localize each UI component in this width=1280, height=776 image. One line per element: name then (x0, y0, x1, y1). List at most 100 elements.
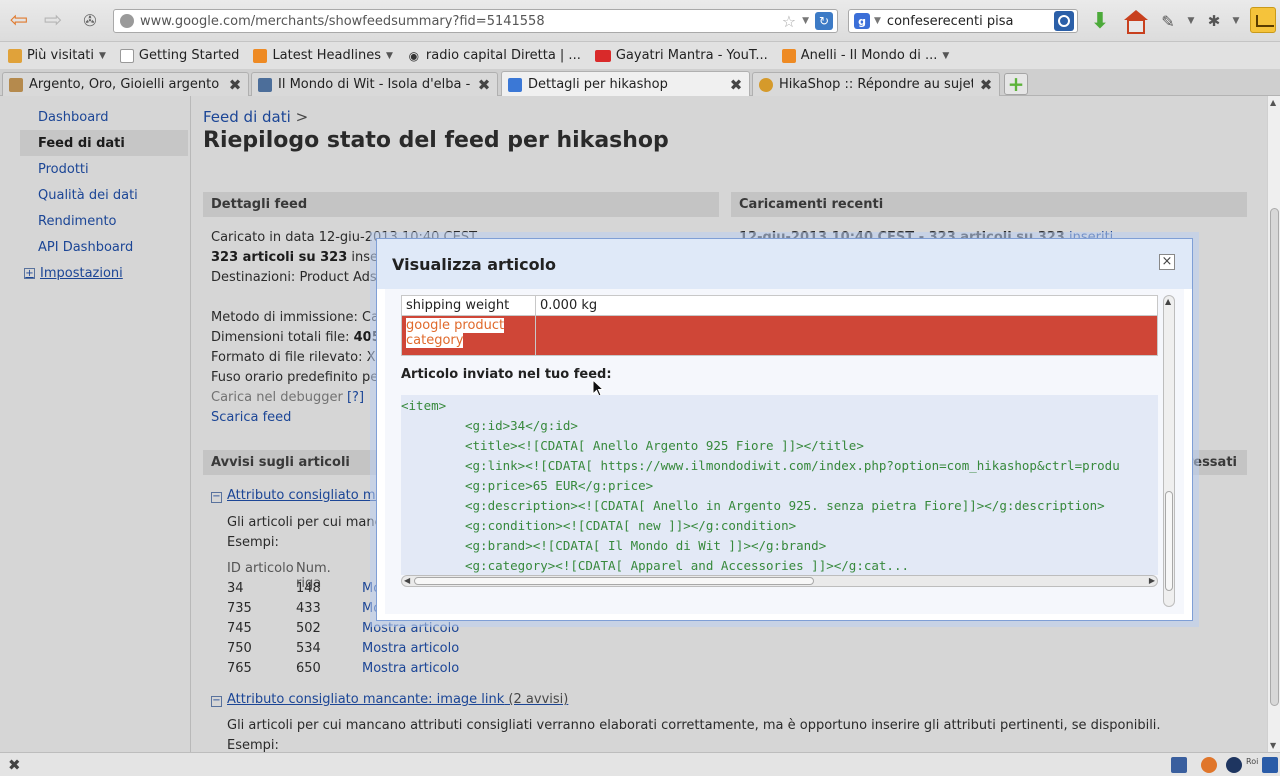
bookmark-label: Latest Headlines (272, 48, 381, 63)
bookmarks-toolbar: Più visitati ▼ Getting Started Latest He… (0, 42, 1280, 70)
rss-icon (253, 48, 268, 63)
scroll-right-icon[interactable]: ▶ (1149, 576, 1155, 585)
tools-icon[interactable]: ✇ (77, 8, 103, 34)
feed-xml-code: <item> <g:id>34</g:id> <title><![CDATA[ … (401, 395, 1158, 575)
bookmark-radio-capital[interactable]: ◉ radio capital Diretta | ... (403, 45, 585, 67)
tab-label: Il Mondo di Wit - Isola d'elba - A... (278, 77, 471, 92)
attributes-table: shipping weight 0.000 kg google product … (401, 295, 1158, 356)
addon-arrow-icon[interactable] (1262, 757, 1278, 773)
search-bar[interactable]: g ▼ confeserecenti pisa (848, 9, 1078, 33)
tab-label: Argento, Oro, Gioielli argento et... (29, 77, 222, 92)
tab-label: HikaShop :: Répondre au sujet: ... (779, 77, 973, 92)
attribute-key: shipping weight (401, 295, 536, 316)
site-identity-icon[interactable] (120, 14, 134, 28)
attribute-key-label: google product category (406, 318, 505, 348)
pen-tool-dropdown-icon[interactable]: ▼ (1185, 9, 1197, 33)
code-line: <g:id>34</g:id> (465, 418, 578, 433)
history-dropdown-icon[interactable]: ▼ (802, 16, 809, 26)
attribute-value (535, 315, 1158, 356)
new-tab-plus-icon[interactable]: + (1004, 72, 1028, 96)
close-icon[interactable]: × (1159, 254, 1175, 270)
bookmark-latest-headlines[interactable]: Latest Headlines ▼ (249, 45, 396, 67)
close-tab-icon[interactable]: ✖ (228, 76, 242, 94)
bookmark-gayatri-mantra[interactable]: Gayatri Mantra - YouT... (591, 45, 772, 67)
bookmark-star-icon[interactable]: ☆ (782, 12, 796, 31)
search-engine-dropdown-icon[interactable]: ▼ (874, 16, 881, 26)
addon-icon[interactable] (1171, 757, 1187, 773)
bug-tool-dropdown-icon[interactable]: ▼ (1230, 9, 1242, 33)
code-scrollbar-thumb[interactable] (414, 577, 814, 585)
stats-icon[interactable] (1250, 7, 1276, 33)
search-engine-icon[interactable]: g (854, 13, 870, 29)
rss-icon (781, 48, 796, 63)
bookmark-label: Getting Started (138, 48, 240, 63)
status-bar: ✖ Roi (0, 752, 1280, 776)
code-line: <g:category><![CDATA[ Apparel and Access… (465, 558, 910, 573)
scroll-down-icon[interactable]: ▼ (1270, 741, 1276, 750)
dialog-scrollbar-thumb[interactable] (1165, 491, 1173, 591)
url-text[interactable]: www.google.com/merchants/showfeedsummary… (140, 14, 782, 29)
sent-item-label: Articolo inviato nel tuo feed: (401, 367, 612, 382)
tab-argento[interactable]: Argento, Oro, Gioielli argento et... ✖ (2, 72, 249, 96)
page-scrollbar[interactable]: ▲ ▼ (1267, 96, 1280, 752)
view-item-dialog: Visualizza articolo × shipping weight 0.… (376, 238, 1193, 621)
reload-icon[interactable]: ↻ (815, 12, 833, 30)
back-arrow-icon[interactable]: ⇦ (6, 8, 32, 34)
bookmark-getting-started[interactable]: Getting Started (116, 45, 244, 67)
tab-hikashop-forum[interactable]: HikaShop :: Répondre au sujet: ... ✖ (752, 72, 1000, 96)
folder-icon (8, 48, 22, 63)
download-icon[interactable]: ⬇ (1088, 9, 1112, 34)
code-line: <g:link><![CDATA[ https://www.ilmondodiw… (465, 458, 1120, 473)
attribute-row-error: google product category (401, 315, 1158, 356)
close-icon[interactable]: ✖ (8, 756, 21, 774)
alexa-icon[interactable] (1226, 757, 1242, 773)
address-bar[interactable]: www.google.com/merchants/showfeedsummary… (113, 9, 838, 33)
site-favicon-icon (9, 77, 23, 92)
attribute-row: shipping weight 0.000 kg (401, 295, 1158, 316)
code-line: <item> (401, 398, 447, 413)
scroll-up-icon[interactable]: ▲ (1270, 98, 1276, 107)
page-scrollbar-thumb[interactable] (1270, 208, 1279, 706)
code-horizontal-scrollbar[interactable]: ◀ ▶ (401, 575, 1158, 587)
close-tab-icon[interactable]: ✖ (729, 76, 743, 94)
close-tab-icon[interactable]: ✖ (477, 76, 491, 94)
bookmark-anelli[interactable]: Anelli - Il Mondo di ... ▼ (778, 45, 954, 67)
search-input[interactable]: confeserecenti pisa (887, 14, 1054, 29)
bookmark-label: radio capital Diretta | ... (425, 48, 581, 63)
dialog-body: shipping weight 0.000 kg google product … (385, 289, 1184, 614)
dialog-title: Visualizza articolo (377, 239, 1192, 289)
attribute-key: google product category (401, 315, 536, 356)
bug-tool-icon[interactable]: ✱ (1203, 9, 1225, 33)
code-line: <g:brand><![CDATA[ Il Mondo di Wit ]]></… (465, 538, 827, 553)
bookmark-label: Anelli - Il Mondo di ... (800, 48, 938, 63)
hikashop-favicon-icon (759, 77, 773, 92)
pen-tool-icon[interactable]: ✎ (1157, 9, 1179, 33)
close-tab-icon[interactable]: ✖ (979, 76, 993, 94)
code-line: <g:condition><![CDATA[ new ]]></g:condit… (465, 518, 797, 533)
tab-mondo-di-wit[interactable]: Il Mondo di Wit - Isola d'elba - A... ✖ (251, 72, 498, 96)
rank-icon[interactable]: Roi (1246, 757, 1260, 773)
radio-icon: ◉ (408, 48, 420, 63)
bookmark-label: Gayatri Mantra - YouT... (615, 48, 768, 63)
chevron-down-icon: ▼ (99, 50, 106, 61)
bookmark-label: Più visitati (27, 48, 94, 63)
google-favicon-icon (508, 77, 522, 92)
tab-dettagli-hikashop[interactable]: Dettagli per hikashop ✖ (501, 71, 750, 97)
bookmark-piu-visitati[interactable]: Più visitati ▼ (4, 45, 110, 67)
attribute-value: 0.000 kg (535, 295, 1158, 316)
tab-label: Dettagli per hikashop (528, 77, 668, 92)
page-icon (119, 48, 134, 63)
youtube-icon (594, 49, 611, 62)
code-line: <g:description><![CDATA[ Anello in Argen… (465, 498, 1105, 513)
scroll-up-icon[interactable]: ▲ (1165, 297, 1171, 306)
firefox-icon[interactable] (1201, 757, 1217, 773)
site-favicon-icon (258, 77, 272, 92)
forward-arrow-icon[interactable]: ⇨ (40, 8, 66, 34)
home-icon[interactable] (1123, 9, 1149, 34)
search-icon[interactable] (1054, 11, 1074, 31)
dialog-vertical-scrollbar[interactable]: ▲ (1163, 295, 1175, 607)
tab-strip: Argento, Oro, Gioielli argento et... ✖ I… (0, 70, 1280, 97)
code-line: <g:price>65 EUR</g:price> (465, 478, 654, 493)
chevron-down-icon: ▼ (942, 50, 950, 61)
scroll-left-icon[interactable]: ◀ (404, 576, 410, 585)
